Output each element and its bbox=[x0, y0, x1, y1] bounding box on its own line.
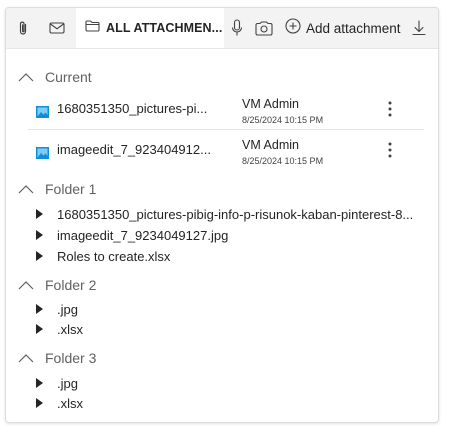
section-folder-2-header[interactable]: Folder 2 bbox=[18, 277, 96, 293]
caret-right-icon bbox=[36, 324, 48, 334]
file-row-divider bbox=[28, 129, 424, 130]
caret-right-icon bbox=[36, 304, 48, 314]
chevron-up-icon bbox=[18, 182, 38, 196]
caret-right-icon bbox=[36, 251, 48, 261]
section-folder-1-title: Folder 1 bbox=[45, 181, 97, 197]
tab-all-attachments-label: ALL ATTACHMEN... bbox=[106, 21, 223, 35]
caret-right-icon bbox=[36, 209, 48, 219]
folder-3-item[interactable]: .jpg bbox=[36, 374, 78, 392]
folder-3-item[interactable]: .xlsx bbox=[36, 394, 83, 412]
section-folder-3-title: Folder 3 bbox=[45, 350, 97, 366]
chevron-up-icon bbox=[18, 351, 38, 365]
section-folder-3-header[interactable]: Folder 3 bbox=[18, 350, 96, 366]
section-current-header[interactable]: Current bbox=[18, 69, 92, 85]
mail-icon bbox=[49, 22, 65, 34]
section-current-title: Current bbox=[45, 69, 92, 85]
current-file-row: 1680351350_pictures-pi... VM Admin 8/25/… bbox=[28, 97, 424, 137]
folder-2-item-name: .xlsx bbox=[57, 321, 83, 337]
folder-1-item-name: Roles to create.xlsx bbox=[57, 248, 171, 264]
section-folder-2-title: Folder 2 bbox=[45, 277, 97, 293]
current-file-name[interactable]: imageedit_7_923404912... bbox=[57, 142, 211, 157]
microphone-icon bbox=[231, 19, 243, 37]
current-file-author: VM Admin bbox=[242, 138, 299, 152]
folder-1-item[interactable]: 1680351350_pictures-pibig-info-p-risunok… bbox=[36, 205, 413, 223]
paperclip-icon bbox=[17, 20, 29, 36]
folder-2-item[interactable]: .jpg bbox=[36, 300, 78, 318]
folder-3-item-name: .jpg bbox=[57, 375, 78, 391]
current-file-date: 8/25/2024 10:15 PM bbox=[242, 156, 324, 166]
more-vertical-icon[interactable] bbox=[382, 140, 398, 160]
add-attachment-button[interactable]: Add attachment bbox=[285, 16, 401, 40]
take-photo-button[interactable] bbox=[252, 16, 276, 40]
caret-right-icon bbox=[36, 230, 48, 240]
caret-right-icon bbox=[36, 378, 48, 388]
folder-icon bbox=[76, 19, 106, 37]
folder-3-item-name: .xlsx bbox=[57, 395, 83, 411]
chevron-up-icon bbox=[18, 278, 38, 292]
download-all-button[interactable] bbox=[408, 16, 430, 40]
folder-2-item-name: .jpg bbox=[57, 301, 78, 317]
attachments-panel: ALL ATTACHMEN... Add attachment Current … bbox=[5, 7, 439, 423]
caret-right-icon bbox=[36, 398, 48, 408]
add-attachment-label: Add attachment bbox=[306, 20, 401, 36]
image-file-icon bbox=[36, 146, 49, 164]
folder-1-item-name: imageedit_7_9234049127.jpg bbox=[57, 227, 229, 243]
section-folder-1-header[interactable]: Folder 1 bbox=[18, 181, 96, 197]
record-audio-button[interactable] bbox=[226, 16, 248, 40]
camera-icon bbox=[255, 20, 273, 36]
attachments-tab-button[interactable] bbox=[10, 16, 36, 40]
tab-all-attachments[interactable]: ALL ATTACHMEN... bbox=[76, 8, 224, 48]
folder-2-item[interactable]: .xlsx bbox=[36, 320, 83, 338]
image-file-icon bbox=[36, 105, 49, 123]
chevron-up-icon bbox=[18, 70, 38, 84]
folder-1-item[interactable]: imageedit_7_9234049127.jpg bbox=[36, 226, 228, 244]
current-file-author: VM Admin bbox=[242, 97, 299, 111]
add-circle-icon bbox=[285, 17, 301, 39]
folder-1-item-name: 1680351350_pictures-pibig-info-p-risunok… bbox=[57, 206, 414, 222]
email-tab-button[interactable] bbox=[44, 16, 70, 40]
current-file-date: 8/25/2024 10:15 PM bbox=[242, 115, 324, 125]
download-icon bbox=[412, 20, 426, 36]
more-vertical-icon[interactable] bbox=[382, 99, 398, 119]
folder-1-item[interactable]: Roles to create.xlsx bbox=[36, 247, 170, 265]
current-file-name[interactable]: 1680351350_pictures-pi... bbox=[57, 101, 207, 116]
current-file-row: imageedit_7_923404912... VM Admin 8/25/2… bbox=[28, 138, 424, 178]
attachments-toolbar: ALL ATTACHMEN... Add attachment bbox=[6, 8, 438, 49]
